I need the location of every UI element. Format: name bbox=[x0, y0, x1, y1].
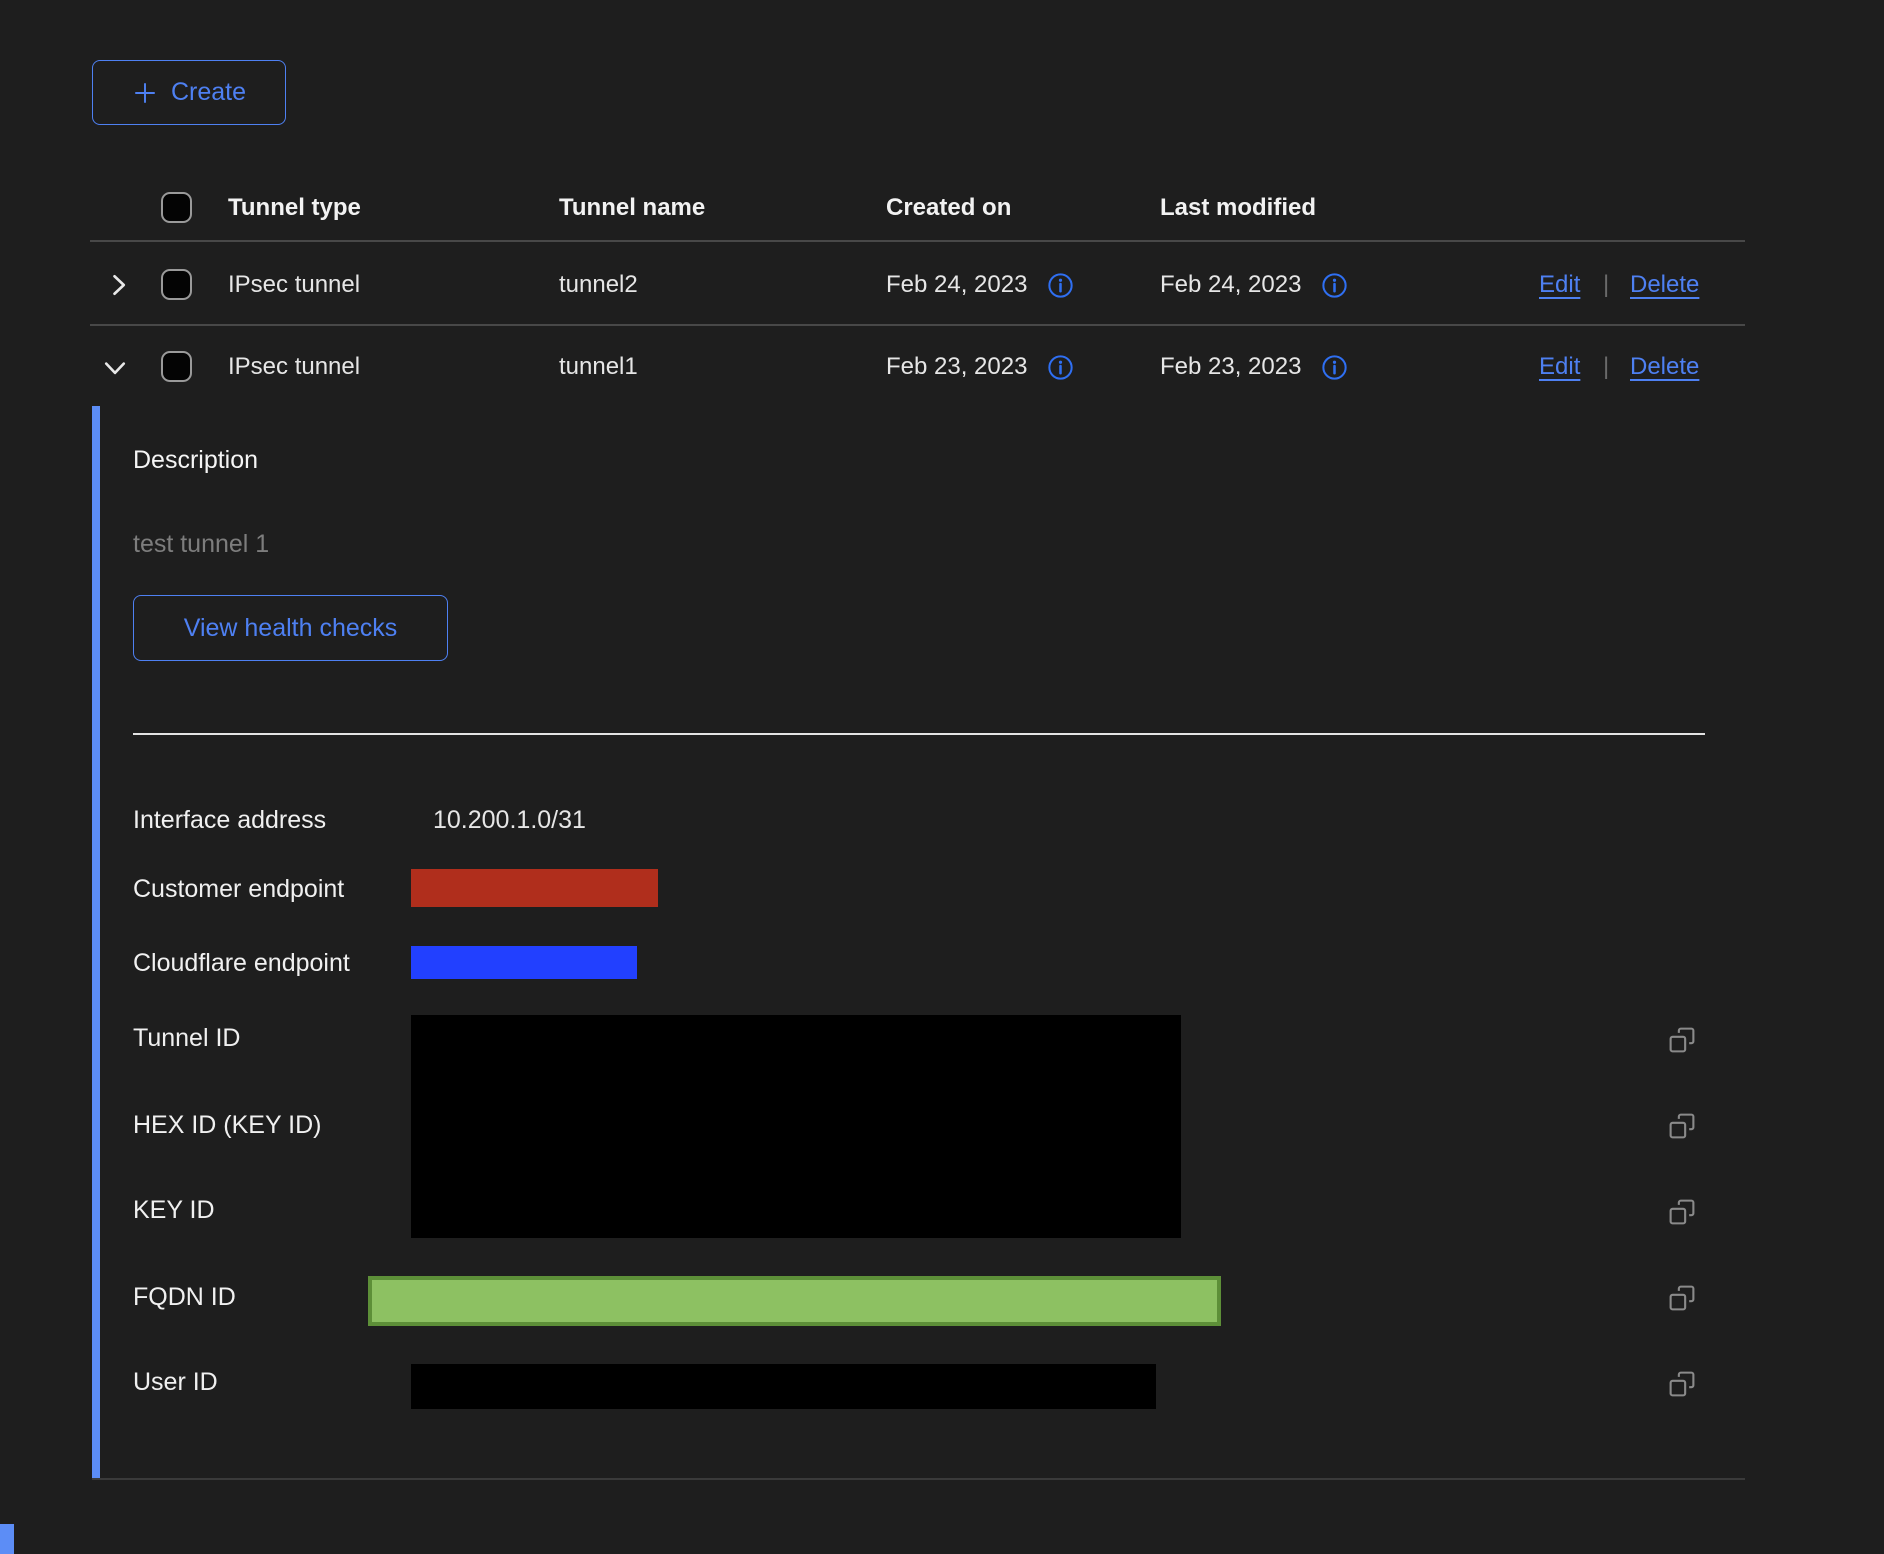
plus-icon bbox=[132, 80, 158, 106]
created-on-cell: Feb 23, 2023 bbox=[886, 353, 1027, 381]
copy-icon[interactable] bbox=[1668, 1198, 1696, 1226]
tunnels-page: Create Tunnel type Tunnel name Created o… bbox=[0, 0, 1884, 1554]
row-checkbox[interactable] bbox=[161, 269, 192, 300]
panel-bottom-divider bbox=[92, 1478, 1745, 1480]
row-checkbox[interactable] bbox=[161, 351, 192, 382]
tunnel-name-cell: tunnel2 bbox=[559, 271, 638, 299]
view-health-checks-label: View health checks bbox=[184, 614, 398, 643]
last-modified-cell: Feb 23, 2023 bbox=[1160, 353, 1301, 381]
tunnel-id-label: Tunnel ID bbox=[133, 1024, 240, 1053]
fqdn-id-redaction bbox=[368, 1276, 1221, 1326]
info-icon[interactable] bbox=[1321, 354, 1348, 381]
edit-link[interactable]: Edit bbox=[1539, 353, 1580, 381]
copy-icon[interactable] bbox=[1668, 1112, 1696, 1140]
cloudflare-endpoint-redaction bbox=[411, 946, 637, 979]
description-value: test tunnel 1 bbox=[133, 530, 269, 559]
created-on-cell: Feb 24, 2023 bbox=[886, 271, 1027, 299]
tunnel-name-cell: tunnel1 bbox=[559, 353, 638, 381]
info-icon[interactable] bbox=[1047, 272, 1074, 299]
column-header-created-on: Created on bbox=[886, 194, 1011, 222]
select-all-checkbox[interactable] bbox=[161, 192, 192, 223]
action-separator: | bbox=[1603, 271, 1609, 299]
scrollbar-fragment[interactable] bbox=[0, 1524, 14, 1554]
copy-icon[interactable] bbox=[1668, 1026, 1696, 1054]
column-header-tunnel-type: Tunnel type bbox=[228, 194, 361, 222]
header-divider bbox=[90, 240, 1745, 242]
key-id-label: KEY ID bbox=[133, 1196, 215, 1225]
view-health-checks-button[interactable]: View health checks bbox=[133, 595, 448, 661]
user-id-label: User ID bbox=[133, 1368, 218, 1397]
delete-link[interactable]: Delete bbox=[1630, 353, 1699, 381]
user-id-redaction bbox=[411, 1364, 1156, 1409]
customer-endpoint-redaction bbox=[411, 869, 658, 907]
tunnel-type-cell: IPsec tunnel bbox=[228, 353, 360, 381]
detail-section-divider bbox=[133, 733, 1705, 735]
expanded-panel-accent-border bbox=[92, 406, 100, 1478]
create-button[interactable]: Create bbox=[92, 60, 286, 125]
create-button-label: Create bbox=[171, 78, 246, 107]
interface-address-value: 10.200.1.0/31 bbox=[433, 806, 586, 835]
edit-link[interactable]: Edit bbox=[1539, 271, 1580, 299]
copy-icon[interactable] bbox=[1668, 1284, 1696, 1312]
row-divider bbox=[90, 324, 1745, 326]
interface-address-label: Interface address bbox=[133, 806, 326, 835]
copy-icon[interactable] bbox=[1668, 1370, 1696, 1398]
chevron-right-icon[interactable] bbox=[104, 271, 132, 299]
ids-redaction-block bbox=[411, 1015, 1181, 1238]
last-modified-cell: Feb 24, 2023 bbox=[1160, 271, 1301, 299]
column-header-tunnel-name: Tunnel name bbox=[559, 194, 705, 222]
info-icon[interactable] bbox=[1047, 354, 1074, 381]
customer-endpoint-label: Customer endpoint bbox=[133, 875, 344, 904]
hex-id-label: HEX ID (KEY ID) bbox=[133, 1111, 321, 1140]
description-label: Description bbox=[133, 446, 258, 475]
tunnel-type-cell: IPsec tunnel bbox=[228, 271, 360, 299]
info-icon[interactable] bbox=[1321, 272, 1348, 299]
delete-link[interactable]: Delete bbox=[1630, 271, 1699, 299]
chevron-down-icon[interactable] bbox=[101, 354, 129, 382]
column-header-last-modified: Last modified bbox=[1160, 194, 1316, 222]
action-separator: | bbox=[1603, 353, 1609, 381]
fqdn-id-label: FQDN ID bbox=[133, 1283, 236, 1312]
cloudflare-endpoint-label: Cloudflare endpoint bbox=[133, 949, 350, 978]
